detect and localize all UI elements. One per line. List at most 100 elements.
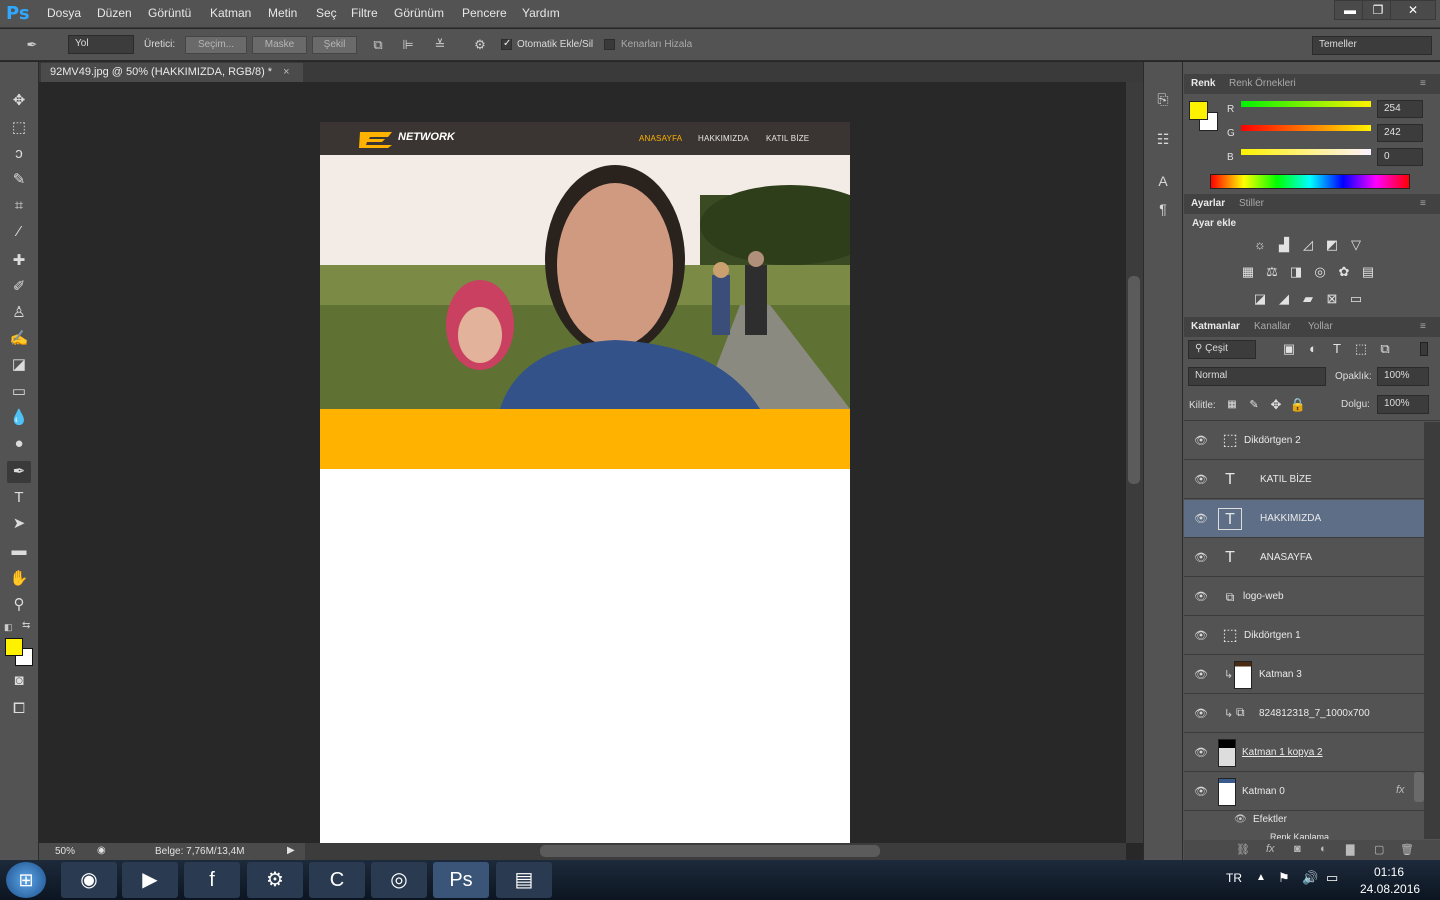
clock-time[interactable]: 01:16 — [1374, 865, 1404, 879]
pen-tool-icon[interactable]: ✒ — [22, 35, 42, 55]
new-group-icon[interactable]: ▇ — [1346, 843, 1354, 856]
color-panel-fg-swatch[interactable] — [1189, 101, 1208, 120]
hand-tool-icon[interactable]: ✋ — [7, 568, 31, 590]
lock-all-icon[interactable]: 🔒 — [1289, 396, 1307, 414]
menu-window[interactable]: Pencere — [462, 6, 507, 20]
layers-scroll-thumb[interactable] — [1414, 772, 1424, 802]
curves-icon[interactable]: ◿ — [1299, 236, 1317, 254]
threshold-icon[interactable]: ▰ — [1299, 290, 1317, 308]
path-arrangement-icon[interactable]: ≚ — [430, 35, 450, 55]
camtasia-taskbar-icon[interactable]: C — [309, 862, 365, 898]
layer-row[interactable]: 👁 ⬚ Dikdörtgen 1 — [1184, 617, 1424, 655]
lock-transparent-icon[interactable]: ▦ — [1223, 396, 1241, 414]
media-taskbar-icon[interactable]: ◎ — [371, 862, 427, 898]
tab-channels[interactable]: Kanallar — [1254, 321, 1291, 332]
history-brush-tool-icon[interactable]: ✍ — [7, 328, 31, 350]
facebook-taskbar-icon[interactable]: f — [184, 862, 240, 898]
path-operations-icon[interactable]: ⧉ — [368, 35, 388, 55]
explorer-taskbar-icon[interactable]: ▤ — [496, 862, 552, 898]
document-canvas[interactable]: NETWORK ANASAYFA HAKKIMIZDA KATIL BİZE — [320, 122, 850, 843]
volume-icon[interactable]: 🔊 — [1302, 870, 1318, 886]
r-value-input[interactable]: 254 — [1377, 100, 1423, 118]
photo-filter-icon[interactable]: ◎ — [1311, 263, 1329, 281]
tab-paths[interactable]: Yollar — [1308, 321, 1333, 332]
marquee-tool-icon[interactable]: ⬚ — [7, 117, 31, 139]
gradient-tool-icon[interactable]: ▭ — [7, 381, 31, 403]
color-lookup-icon[interactable]: ▤ — [1359, 263, 1377, 281]
network-icon[interactable]: ▭ — [1326, 870, 1338, 886]
horizontal-scroll-thumb[interactable] — [540, 845, 880, 857]
new-layer-icon[interactable]: ▢ — [1374, 843, 1384, 856]
filter-pixel-icon[interactable]: ▣ — [1280, 340, 1298, 358]
pen-mode-select[interactable]: Yol — [68, 35, 134, 54]
close-button[interactable]: ✕ — [1390, 0, 1436, 20]
eye-icon[interactable]: 👁 — [1194, 590, 1208, 603]
healing-brush-tool-icon[interactable]: ✚ — [7, 250, 31, 272]
layer-row[interactable]: 👁 T KATIL BİZE — [1184, 461, 1424, 499]
quick-mask-icon[interactable]: ◙ — [7, 670, 31, 692]
make-selection-button[interactable]: Seçim... — [185, 36, 247, 54]
exposure-icon[interactable]: ◩ — [1323, 236, 1341, 254]
vertical-scroll-thumb[interactable] — [1128, 276, 1140, 484]
filter-shape-icon[interactable]: ⬚ — [1352, 340, 1370, 358]
swap-colors-icon[interactable]: ⇆ — [22, 620, 30, 631]
filter-type-icon[interactable]: T — [1328, 340, 1346, 358]
dodge-tool-icon[interactable]: ● — [7, 433, 31, 455]
levels-icon[interactable]: ▟ — [1275, 236, 1293, 254]
brightness-icon[interactable]: ☼ — [1251, 236, 1269, 254]
layer-row[interactable]: 👁 ↳ ⧉ 824812318_7_1000x700 — [1184, 695, 1424, 733]
close-tab-icon[interactable]: × — [283, 66, 289, 78]
blur-tool-icon[interactable]: 💧 — [7, 407, 31, 429]
adjustments-panel-menu-icon[interactable]: ≡ — [1420, 198, 1426, 209]
path-selection-tool-icon[interactable]: ➤ — [7, 513, 31, 535]
eraser-tool-icon[interactable]: ◪ — [7, 354, 31, 376]
fill-input[interactable]: 100% — [1377, 395, 1429, 414]
g-slider[interactable] — [1241, 125, 1371, 131]
quick-selection-tool-icon[interactable]: ✎ — [7, 169, 31, 191]
tab-layers[interactable]: Katmanlar — [1191, 321, 1240, 332]
color-spectrum[interactable] — [1210, 174, 1410, 189]
tab-color[interactable]: Renk — [1191, 78, 1215, 89]
make-mask-button[interactable]: Maske — [252, 36, 307, 54]
paragraph-panel-icon[interactable]: ¶ — [1152, 198, 1174, 220]
gradient-map-icon[interactable]: ▭ — [1347, 290, 1365, 308]
filter-adjustment-icon[interactable]: ◐ — [1304, 340, 1322, 358]
eye-icon[interactable]: 👁 — [1194, 785, 1208, 798]
filter-smart-icon[interactable]: ⧉ — [1376, 340, 1394, 358]
eye-icon[interactable]: 👁 — [1194, 746, 1208, 759]
properties-panel-icon[interactable]: ☷ — [1152, 128, 1174, 150]
layer-row[interactable]: 👁 ↳ Katman 3 — [1184, 656, 1424, 694]
layers-panel-menu-icon[interactable]: ≡ — [1420, 321, 1426, 332]
blend-mode-select[interactable]: Normal — [1188, 367, 1326, 386]
foreground-color-swatch[interactable] — [5, 638, 23, 656]
layer-row[interactable]: 👁 Katman 1 kopya 2 — [1184, 734, 1424, 772]
vibrance-icon[interactable]: ▽ — [1347, 236, 1365, 254]
invert-icon[interactable]: ◪ — [1251, 290, 1269, 308]
status-menu-arrow-icon[interactable]: ▶ — [287, 845, 295, 856]
menu-select[interactable]: Seç — [316, 6, 337, 20]
tray-expand-icon[interactable]: ▲ — [1256, 872, 1266, 883]
menu-edit[interactable]: Düzen — [97, 6, 132, 20]
black-white-icon[interactable]: ◨ — [1287, 263, 1305, 281]
color-panel-menu-icon[interactable]: ≡ — [1420, 78, 1426, 89]
menu-image[interactable]: Görüntü — [148, 6, 191, 20]
type-tool-icon[interactable]: T — [7, 487, 31, 509]
pen-tool-icon[interactable]: ✒ — [7, 461, 31, 483]
g-value-input[interactable]: 242 — [1377, 124, 1423, 142]
document-tab[interactable]: 92MV49.jpg @ 50% (HAKKIMIZDA, RGB/8) * × — [41, 63, 303, 82]
workspace-select[interactable]: Temeller — [1312, 36, 1432, 55]
zoom-tool-icon[interactable]: ⚲ — [7, 594, 31, 616]
status-info-icon[interactable]: ◉ — [97, 845, 106, 856]
b-value-input[interactable]: 0 — [1377, 148, 1423, 166]
clone-stamp-tool-icon[interactable]: ♙ — [7, 302, 31, 324]
align-edges-checkbox[interactable] — [604, 39, 615, 50]
layer-filter-select[interactable]: ⚲ Çeşit — [1188, 340, 1256, 359]
link-layers-icon[interactable]: ⛓ — [1236, 843, 1250, 856]
start-button[interactable]: ⊞ — [6, 862, 46, 898]
move-tool-icon[interactable]: ✥ — [7, 90, 31, 112]
layers-scrollbar[interactable] — [1424, 422, 1440, 839]
eye-icon[interactable]: 👁 — [1194, 668, 1208, 681]
menu-filter[interactable]: Filtre — [351, 6, 378, 20]
screen-mode-icon[interactable]: ⧠ — [7, 698, 31, 720]
history-panel-icon[interactable]: ⎘ — [1152, 88, 1174, 110]
